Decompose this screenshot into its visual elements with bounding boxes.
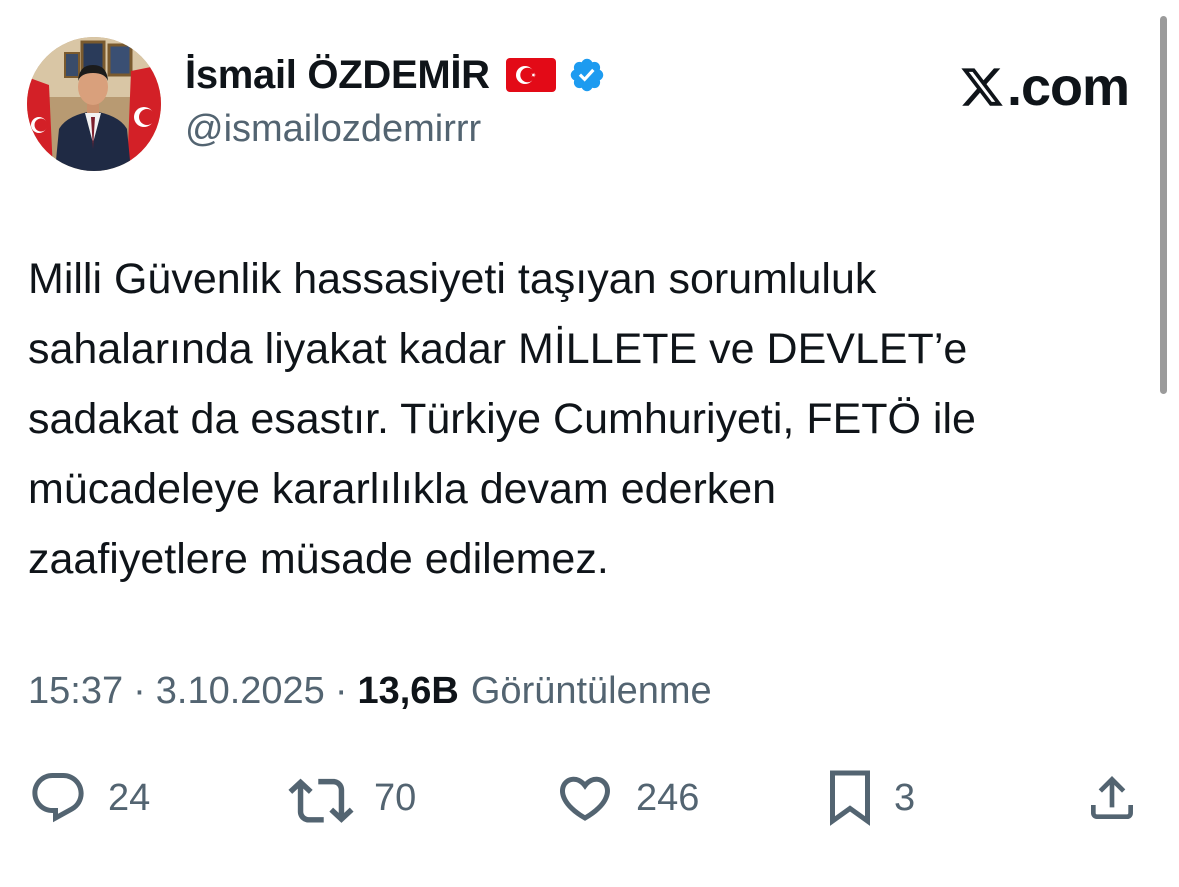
x-com-watermark: .com <box>959 57 1130 117</box>
heart-icon <box>559 776 611 821</box>
meta-separator: · <box>133 670 146 712</box>
like-button[interactable]: 246 <box>554 768 699 828</box>
like-count: 246 <box>636 776 700 819</box>
x-logo-icon <box>959 64 1005 110</box>
tweet-text-line: sahalarında liyakat kadar MİLLETE ve DEV… <box>28 325 968 373</box>
bookmark-count: 3 <box>894 776 916 819</box>
reply-icon <box>32 773 84 823</box>
avatar-image <box>27 37 161 171</box>
bookmark-icon <box>830 770 870 826</box>
views-label: Görüntülenme <box>470 670 712 712</box>
tweet-date[interactable]: 3.10.2025 <box>156 670 325 713</box>
retweet-icon <box>288 778 354 823</box>
share-button[interactable] <box>1084 768 1140 828</box>
tweet-time[interactable]: 15:37 <box>28 670 123 713</box>
retweet-button[interactable]: 70 <box>288 768 416 828</box>
turkey-flag-icon <box>505 58 556 92</box>
tweet-text-line: zaafiyetlere müsade edilemez. <box>28 535 609 583</box>
tweet-meta: 15:37 · 3.10.2025 · 13,6B Görüntülenme <box>28 670 712 713</box>
author-handle[interactable]: @ismailozdemirrr <box>185 108 481 151</box>
verified-badge-icon[interactable] <box>568 56 606 94</box>
tweet-text: Milli Güvenlik hassasiyeti taşıyan sorum… <box>28 244 1153 594</box>
author-display-name[interactable]: İsmail ÖZDEMİR <box>185 53 490 98</box>
author-avatar[interactable] <box>27 37 161 171</box>
scrollbar-thumb[interactable] <box>1160 16 1167 394</box>
tweet-text-line: mücadeleye kararlılıkla devam ederken <box>28 465 777 513</box>
brand-label: .com <box>1006 57 1130 117</box>
retweet-count: 70 <box>374 776 417 819</box>
share-icon <box>1091 776 1133 819</box>
bookmark-button[interactable]: 3 <box>826 768 915 828</box>
tweet-text-line: sadakat da esastır. Türkiye Cumhuriyeti,… <box>28 395 976 443</box>
tweet-text-line: Milli Güvenlik hassasiyeti taşıyan sorum… <box>28 255 877 303</box>
reply-count: 24 <box>108 776 151 819</box>
views-count: 13,6B <box>357 670 459 712</box>
meta-separator: · <box>334 670 348 712</box>
reply-button[interactable]: 24 <box>28 768 150 828</box>
author-name-row: İsmail ÖZDEMİR <box>185 50 606 100</box>
